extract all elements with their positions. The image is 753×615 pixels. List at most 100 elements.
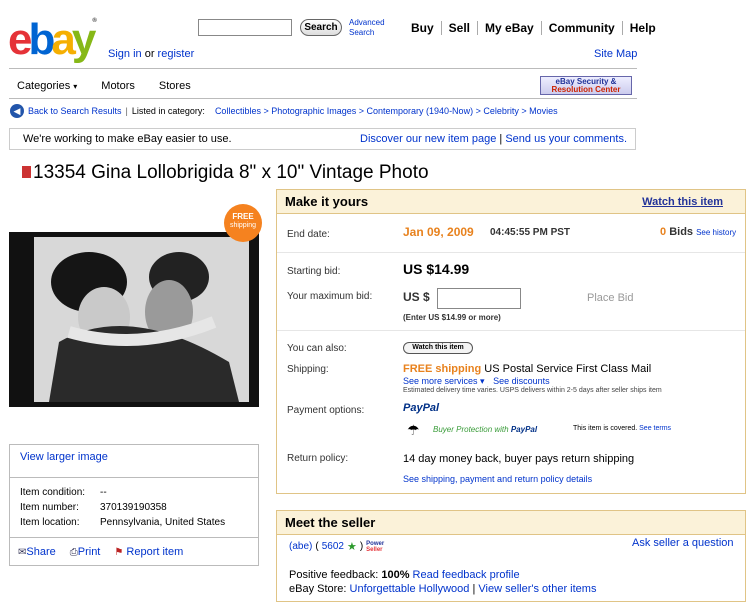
- new-item-page-link[interactable]: Discover our new item page: [360, 133, 496, 145]
- nav-my-ebay[interactable]: My eBay: [477, 21, 541, 35]
- item-details: Item condition: -- Item number: 3701391903…: [20, 485, 225, 530]
- header-divider: [9, 68, 637, 69]
- notice-bar: We're working to make eBay easier to use…: [9, 128, 636, 150]
- seller-identity: (abe) ( 5602 ★ ) Power Seller: [289, 540, 385, 554]
- actions-divider: [10, 537, 258, 538]
- categories-menu[interactable]: Categories ▾: [17, 80, 77, 92]
- ebay-logo[interactable]: ebay®: [8, 18, 97, 62]
- top-nav: Buy Sell My eBay Community Help: [404, 21, 663, 35]
- flag-icon: ⚑: [114, 547, 124, 558]
- or-text: or: [144, 48, 155, 60]
- notice-text: We're working to make eBay easier to use…: [23, 133, 232, 145]
- location-value: Pennsylvania, United States: [100, 517, 226, 528]
- ask-seller-link[interactable]: Ask seller a question: [632, 537, 734, 549]
- max-bid-hint: (Enter US $14.99 or more): [403, 313, 501, 322]
- sign-in-area: Sign in or register: [108, 48, 194, 60]
- coverage-note: This item is covered. See terms: [573, 425, 672, 432]
- report-link[interactable]: ⚑ Report item: [114, 546, 183, 558]
- nav-buy[interactable]: Buy: [404, 21, 441, 35]
- item-number-label: Item number:: [20, 502, 79, 513]
- site-map-link[interactable]: Site Map: [594, 48, 637, 60]
- condition-value: --: [100, 487, 107, 498]
- see-history-link[interactable]: See history: [696, 228, 736, 237]
- sign-in-link[interactable]: Sign in: [108, 48, 142, 60]
- page-title: 13354 Gina Lollobrigida 8" x 10" Vintage…: [22, 162, 429, 184]
- location-label: Item location:: [20, 517, 80, 528]
- watch-item-link[interactable]: Watch this item: [642, 196, 723, 208]
- policy-details-link[interactable]: See shipping, payment and return policy …: [403, 474, 592, 484]
- positive-feedback-row: Positive feedback: 100% Read feedback pr…: [289, 569, 520, 581]
- item-icon: [22, 166, 31, 178]
- place-bid-button[interactable]: Place Bid: [587, 292, 633, 304]
- starting-bid-value: US $14.99: [403, 261, 470, 277]
- panel-title: Make it yours: [285, 194, 369, 209]
- crumb-divider: [9, 98, 637, 99]
- bid-panel-header: Make it yours Watch this item: [277, 190, 745, 214]
- other-items-link[interactable]: View seller's other items: [478, 583, 596, 595]
- nav-sell[interactable]: Sell: [440, 21, 477, 35]
- print-link[interactable]: ⎙Print: [70, 546, 101, 558]
- item-photo[interactable]: [9, 232, 259, 407]
- category-row: Categories ▾ Motors Stores: [17, 80, 191, 92]
- breadcrumb: ◀ Back to Search Results | Listed in cat…: [10, 104, 558, 118]
- see-discounts-link[interactable]: See discounts: [493, 376, 550, 386]
- shipping-info: FREE shipping US Postal Service First Cl…: [403, 363, 652, 375]
- end-time-value: 04:45:55 PM PST: [490, 227, 571, 238]
- back-to-results-link[interactable]: Back to Search Results: [28, 106, 122, 116]
- bid-panel: Make it yours Watch this item End date: …: [276, 189, 746, 494]
- seller-panel-header: Meet the seller: [277, 511, 745, 535]
- power-seller-badge: Power Seller: [366, 540, 385, 553]
- store-row: eBay Store: Unforgettable Hollywood | Vi…: [289, 583, 597, 595]
- nav-help[interactable]: Help: [621, 21, 663, 35]
- you-can-also-label: You can also:: [287, 343, 347, 354]
- chevron-down-icon: ▾: [73, 82, 78, 91]
- stores-link[interactable]: Stores: [159, 80, 191, 92]
- max-bid-input[interactable]: [437, 288, 521, 309]
- back-arrow-icon[interactable]: ◀: [10, 104, 24, 118]
- register-link[interactable]: register: [158, 48, 195, 60]
- condition-label: Item condition:: [20, 487, 86, 498]
- payment-label: Payment options:: [287, 405, 365, 416]
- end-date-value: Jan 09, 2009: [403, 225, 474, 239]
- category-path[interactable]: Collectibles > Photographic Images > Con…: [215, 106, 558, 116]
- paren-close: ): [359, 541, 364, 552]
- send-comments-link[interactable]: Send us your comments.: [505, 133, 627, 145]
- store-link[interactable]: Unforgettable Hollywood: [350, 583, 470, 595]
- max-bid-label: Your maximum bid:: [287, 291, 373, 302]
- star-icon: ★: [346, 541, 357, 553]
- motors-link[interactable]: Motors: [101, 80, 135, 92]
- end-divider: [277, 252, 745, 253]
- bids-info: 0 Bids See history: [660, 226, 737, 238]
- seller-panel-title: Meet the seller: [285, 515, 376, 530]
- advanced-search-link[interactable]: Advanced Search: [349, 18, 385, 38]
- free-shipping-badge: FREE shipping: [224, 204, 262, 242]
- see-terms-link[interactable]: See terms: [639, 425, 671, 432]
- share-link[interactable]: ✉Share: [18, 546, 56, 558]
- shipping-links: See more services ▾ See discounts: [403, 376, 550, 387]
- buyer-protection: Buyer Protection with PayPal: [433, 425, 538, 434]
- nav-community[interactable]: Community: [540, 21, 622, 35]
- item-info-box: View larger image Item condition: -- Item…: [9, 444, 259, 566]
- watch-item-button[interactable]: Watch this item: [403, 342, 473, 354]
- item-number-value: 370139190358: [100, 502, 167, 513]
- notice-links: Discover our new item page | Send us you…: [360, 133, 627, 145]
- return-policy-value: 14 day money back, buyer pays return shi…: [403, 453, 635, 465]
- security-center-badge[interactable]: eBay Security & Resolution Center: [540, 76, 632, 95]
- photo-image: [9, 232, 259, 407]
- view-larger-link[interactable]: View larger image: [20, 451, 108, 463]
- info-divider: [10, 477, 258, 478]
- feedback-score-link[interactable]: 5602: [322, 541, 344, 552]
- read-feedback-link[interactable]: Read feedback profile: [413, 569, 520, 581]
- paypal-logo: PayPal: [403, 402, 440, 414]
- seller-panel: Meet the seller (abe) ( 5602 ★ ) Power Se…: [276, 510, 746, 602]
- bid-divider: [277, 330, 745, 331]
- paren-open: (: [315, 541, 319, 552]
- item-actions: ✉Share ⎙Print ⚑ Report item: [18, 546, 183, 558]
- search-input[interactable]: [198, 19, 292, 36]
- return-policy-label: Return policy:: [287, 453, 349, 464]
- end-date-label: End date:: [287, 229, 330, 240]
- seller-name-link[interactable]: (abe): [289, 541, 312, 552]
- shipping-note: Estimated delivery time varies. USPS del…: [403, 387, 662, 394]
- search-button[interactable]: Search: [300, 19, 342, 36]
- see-more-services-link[interactable]: See more services ▾: [403, 376, 485, 386]
